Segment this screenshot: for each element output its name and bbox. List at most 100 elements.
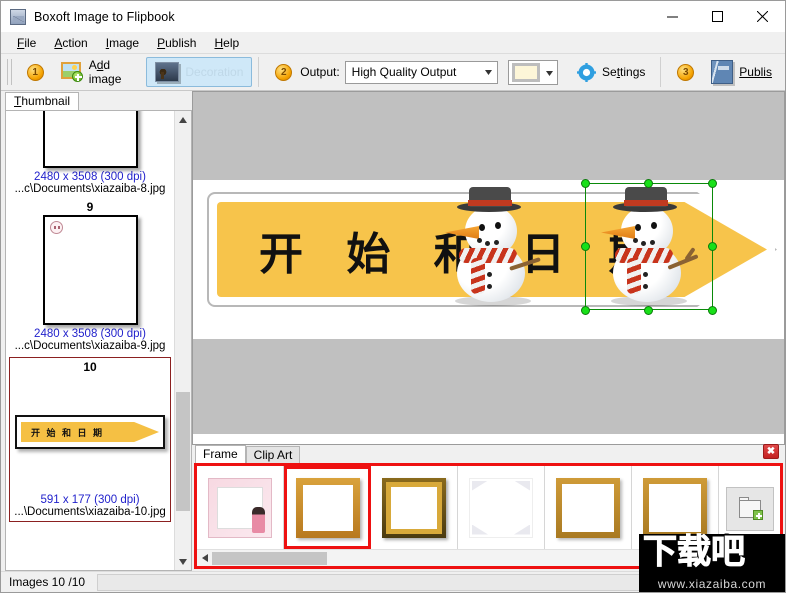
decoration-tabstrip: Frame Clip Art ✖ <box>192 444 785 463</box>
scroll-down-icon[interactable] <box>175 553 191 570</box>
list-item[interactable]: 10 开 始 和 日 期 591 x 177 (300 dpi) ...\Doc… <box>9 357 171 522</box>
canvas-page[interactable]: 开 始 和 日 期 <box>193 179 784 339</box>
frame-scroll-column <box>197 466 718 566</box>
window-controls <box>650 1 785 32</box>
snowman-mouth-dot <box>494 240 499 245</box>
frame-item-gold-partial[interactable] <box>632 466 718 549</box>
banner-thumbnail-text: 开 始 和 日 期 <box>31 427 105 438</box>
thumbnail-path: ...\Documents\xiazaiba-10.jpg <box>14 506 166 518</box>
add-image-label: Add image <box>88 58 122 86</box>
canvas-bottom-margin <box>193 339 784 434</box>
thumbnail-tabstrip: Thumbnail <box>1 91 192 110</box>
list-item[interactable]: 9 2480 x 3508 (300 dpi) ...c\Documents\x… <box>6 198 174 355</box>
thumbnail-number: 9 <box>86 200 94 214</box>
frame-thumb <box>382 477 446 538</box>
step-3-badge: 3 <box>677 63 695 81</box>
image-canvas[interactable]: 开 始 和 日 期 <box>192 91 785 445</box>
menu-help[interactable]: Help <box>205 34 248 52</box>
book-icon <box>711 60 734 84</box>
menu-image-rest: mage <box>109 35 140 50</box>
frame-item-white-corner-lace[interactable] <box>458 466 545 549</box>
menu-action[interactable]: Action <box>45 34 96 52</box>
frame-scroll-thumb[interactable] <box>212 551 327 565</box>
thumbnail-scroll-track[interactable] <box>175 128 191 553</box>
template-color-swatch <box>511 62 540 82</box>
settings-button[interactable]: Settings <box>568 57 654 87</box>
add-image-button[interactable]: Add image <box>52 57 147 87</box>
publish-button[interactable]: Publis <box>702 57 781 87</box>
frame-thumbnail-row <box>197 466 718 549</box>
settings-label: Settings <box>602 65 646 79</box>
gear-icon <box>577 62 596 82</box>
resize-handle-n[interactable] <box>644 179 653 188</box>
frame-item-pink-floral-girl[interactable] <box>197 466 284 549</box>
resize-handle-s[interactable] <box>644 306 653 315</box>
browsers-button[interactable] <box>725 487 774 531</box>
resize-handle-sw[interactable] <box>581 306 590 315</box>
scroll-left-icon[interactable] <box>197 551 212 566</box>
tab-thumbnail-rest: humbnail <box>21 94 71 108</box>
snowman-carrot-nose <box>445 226 479 239</box>
canvas-top-margin <box>193 92 784 180</box>
menu-publish[interactable]: Publish <box>148 34 205 52</box>
minimize-button[interactable] <box>650 1 695 32</box>
decoration-panel: Frame Clip Art ✖ Browers... <box>192 444 785 571</box>
output-quality-value: High Quality Output <box>351 65 457 79</box>
status-progress-panel <box>97 573 785 591</box>
tab-clip-art[interactable]: Clip Art <box>245 446 301 463</box>
frame-item-dark-gold-classic[interactable] <box>371 466 458 549</box>
scroll-up-icon[interactable] <box>175 111 191 128</box>
tab-thumbnail[interactable]: Thumbnail <box>5 92 80 110</box>
output-quality-select[interactable]: High Quality Output <box>344 60 498 84</box>
close-panel-button[interactable]: ✖ <box>763 444 779 459</box>
frame-thumb <box>295 477 360 538</box>
menu-file[interactable]: File <box>8 34 45 52</box>
snowman-scarf-tail <box>471 258 485 294</box>
window-title: Boxoft Image to Flipbook <box>34 9 175 24</box>
snowman-button <box>487 284 492 289</box>
decoration-button[interactable]: Decoration <box>146 57 253 87</box>
frame-item-thin-gold[interactable] <box>545 466 632 549</box>
snowman-eye-left <box>479 224 485 231</box>
snowman-eye-right <box>495 222 501 229</box>
maximize-button[interactable] <box>695 1 740 32</box>
thumbnail-scrollbar[interactable] <box>174 111 191 570</box>
frame-thumb <box>556 477 620 538</box>
template-color-select[interactable] <box>507 59 558 85</box>
snowman-scarf <box>459 248 517 263</box>
thumbnail-dimensions: 2480 x 3508 (300 dpi) <box>34 328 146 340</box>
resize-handle-se[interactable] <box>708 306 717 315</box>
step-2-badge: 2 <box>275 63 293 81</box>
resize-handle-nw[interactable] <box>581 179 590 188</box>
thumbnail-preview <box>42 215 138 325</box>
close-button[interactable] <box>740 1 785 32</box>
step-1-badge: 1 <box>26 63 44 81</box>
resize-handle-e[interactable] <box>708 242 717 251</box>
frame-horizontal-scrollbar[interactable] <box>197 549 718 566</box>
frame-thumb <box>208 477 272 538</box>
snowman-button <box>487 272 492 277</box>
thumbnail-scroll-thumb[interactable] <box>176 391 190 511</box>
thumbnail-path: ...c\Documents\xiazaiba-9.jpg <box>14 340 166 352</box>
menu-image[interactable]: Image <box>97 34 148 52</box>
toolbar-grip[interactable] <box>7 59 12 85</box>
frame-item-gold-ornate[interactable] <box>284 466 371 549</box>
thumbnail-path: ...c\Documents\xiazaiba-8.jpg <box>14 183 166 195</box>
menu-bar: File Action Image Publish Help <box>1 32 785 53</box>
clipart-snowman-1[interactable] <box>445 186 545 306</box>
snowman-hat-band <box>468 200 512 206</box>
toolbar-separator-2 <box>660 57 662 87</box>
editor-panel: 开 始 和 日 期 <box>192 91 785 571</box>
resize-handle-ne[interactable] <box>708 179 717 188</box>
application-window: Boxoft Image to Flipbook File Action Ima… <box>0 0 786 593</box>
decoration-picture-icon <box>155 62 180 82</box>
resize-handle-w[interactable] <box>581 242 590 251</box>
thumbnail-panel: Thumbnail 8 2480 x 3508 (300 dpi) ...c\D… <box>1 91 192 571</box>
status-images-count: Images 10 /10 <box>9 575 86 589</box>
main-body: Thumbnail 8 2480 x 3508 (300 dpi) ...c\D… <box>1 91 785 571</box>
banner-arrow-shape: 开 始 和 日 期 <box>21 422 159 442</box>
frame-scroll-track[interactable] <box>212 550 718 566</box>
tab-frame[interactable]: Frame <box>195 445 246 463</box>
list-item[interactable]: 8 2480 x 3508 (300 dpi) ...c\Documents\x… <box>6 111 174 198</box>
menu-file-rest: ile <box>24 35 37 50</box>
